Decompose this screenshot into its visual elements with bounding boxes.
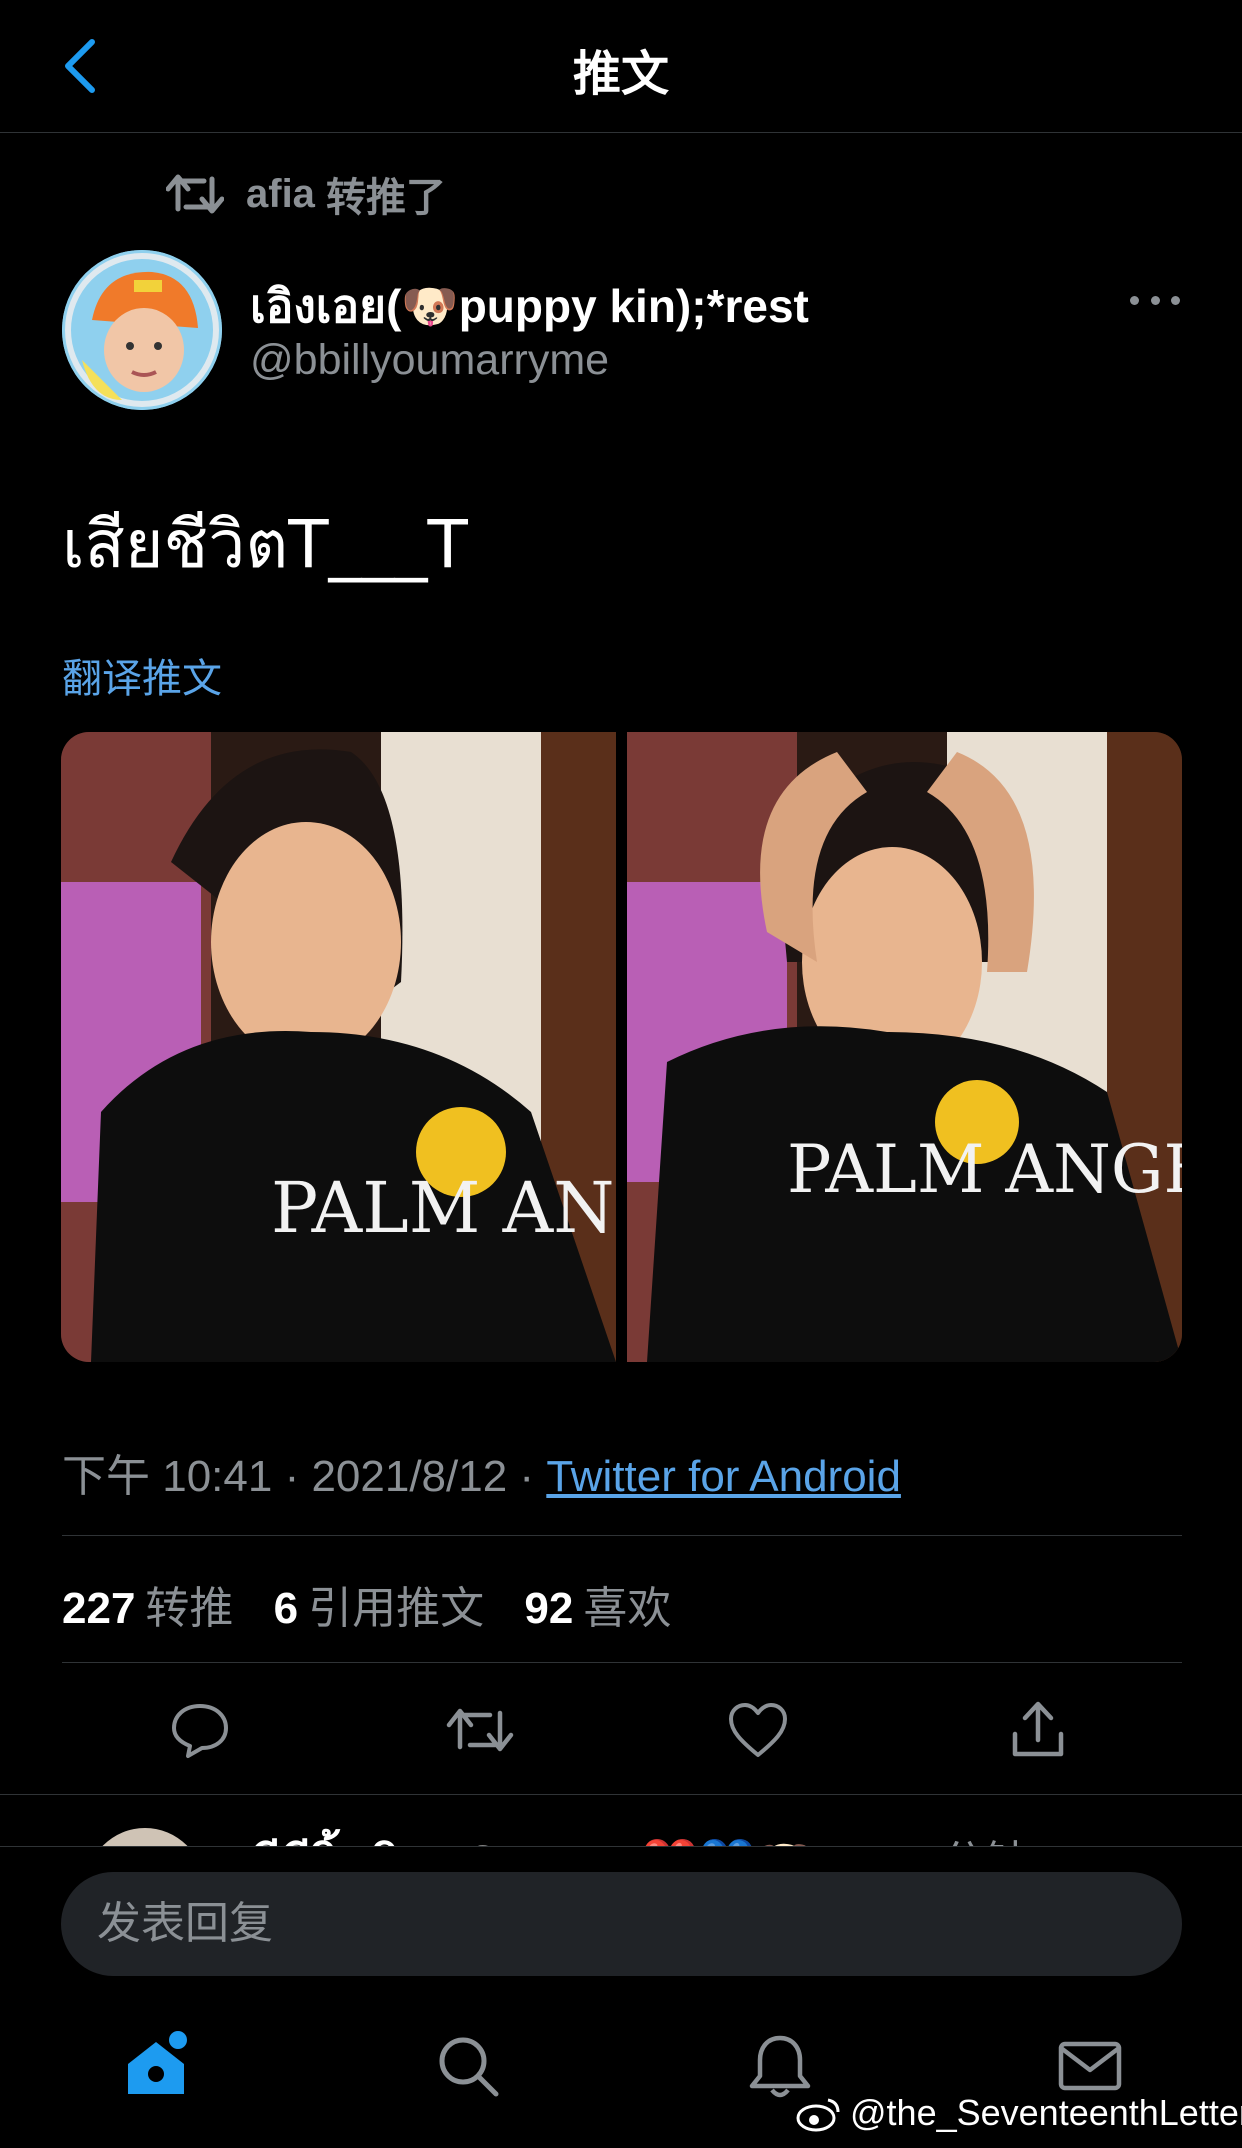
reply-avatar[interactable] — [86, 1828, 204, 1846]
tweet-date: 2021/8/12 — [311, 1452, 508, 1501]
likes-label: 喜欢 — [583, 1584, 672, 1633]
photo-image: PALM ANGELS — [61, 732, 616, 1362]
retweet-context[interactable]: afia 转推了 — [166, 166, 446, 222]
tweet-photo-2[interactable]: PALM ANGELS — [627, 732, 1182, 1362]
weibo-logo-icon — [796, 2098, 840, 2132]
retweets-count: 227 — [62, 1584, 136, 1633]
reply-icon — [172, 1704, 228, 1758]
author-avatar[interactable] — [62, 250, 222, 410]
shirt-print-text: PALM ANGELS — [271, 1167, 616, 1249]
reply-author-name[interactable]: พีพียิ้มซิคะ Seam a ❤️💙🐶 — [250, 1826, 813, 1846]
tweet-timestamp: 下午 10:41 · 2021/8/12 · Twitter for Andro… — [62, 1440, 901, 1504]
more-dot-icon — [1130, 295, 1139, 305]
quotes-stat[interactable]: 6 引用推文 — [274, 1584, 484, 1633]
share-button[interactable] — [1004, 1696, 1072, 1764]
retweets-stat[interactable]: 227 转推 — [62, 1584, 233, 1633]
shirt-print-text: PALM ANGELS — [787, 1131, 1182, 1208]
tweet-source-link[interactable]: Twitter for Android — [546, 1452, 901, 1501]
quotes-label: 引用推文 — [308, 1584, 485, 1633]
translate-tweet-link[interactable]: 翻译推文 — [62, 646, 222, 704]
avatar-image — [62, 250, 222, 410]
tab-search[interactable] — [432, 2030, 504, 2102]
heart-icon — [729, 1703, 787, 1757]
reply-time: 27分钟 — [892, 1826, 1029, 1846]
retweet-icon — [446, 1708, 514, 1752]
more-options-button[interactable] — [1130, 282, 1180, 318]
more-dot-icon — [1171, 295, 1180, 305]
meta-separator: · — [507, 1452, 547, 1501]
like-button[interactable] — [724, 1696, 792, 1764]
retweet-user[interactable]: afia — [246, 172, 315, 217]
more-dot-icon — [1150, 295, 1160, 305]
quotes-count: 6 — [273, 1584, 299, 1633]
watermark: @the_SeventeenthLetter — [796, 2092, 1242, 2134]
page-title: 推文 — [572, 48, 669, 101]
home-icon — [128, 2031, 187, 2094]
tweet-text: เสียชีวิตT___T — [62, 506, 468, 583]
reply-preview[interactable]: พีพียิ้มซิคะ Seam a ❤️💙🐶 27分钟 — [0, 1796, 1242, 1846]
watermark-text: @the_SeventeenthLetter — [850, 2092, 1242, 2133]
tweet-time: 下午 10:41 — [62, 1452, 273, 1501]
photo-image: PALM ANGELS — [627, 732, 1182, 1362]
divider — [62, 1535, 1182, 1536]
tweet-stats: 227 转推 6 引用推文 92 喜欢 — [62, 1572, 699, 1636]
meta-separator: · — [272, 1452, 312, 1501]
bell-icon — [749, 2035, 811, 2098]
tweet-photo-1[interactable]: PALM ANGELS — [61, 732, 616, 1362]
author-display-name[interactable]: เอิงเอย(🐶puppy kin);*rest — [250, 270, 809, 343]
likes-stat[interactable]: 92 喜欢 — [524, 1584, 671, 1633]
retweet-icon — [166, 174, 224, 214]
share-icon — [1012, 1701, 1064, 1757]
reply-input[interactable] — [61, 1872, 1182, 1976]
author-handle[interactable]: @bbillyoumarryme — [250, 336, 609, 385]
reply-button[interactable] — [166, 1696, 234, 1764]
tab-home[interactable] — [120, 2030, 192, 2102]
retweets-label: 转推 — [145, 1584, 234, 1633]
retweet-button[interactable] — [446, 1696, 514, 1764]
search-icon — [439, 2037, 499, 2097]
likes-count: 92 — [524, 1584, 574, 1633]
mail-icon — [1058, 2041, 1122, 2091]
divider — [62, 1662, 1182, 1663]
retweet-suffix: 转推了 — [314, 176, 447, 220]
divider — [0, 1794, 1242, 1795]
